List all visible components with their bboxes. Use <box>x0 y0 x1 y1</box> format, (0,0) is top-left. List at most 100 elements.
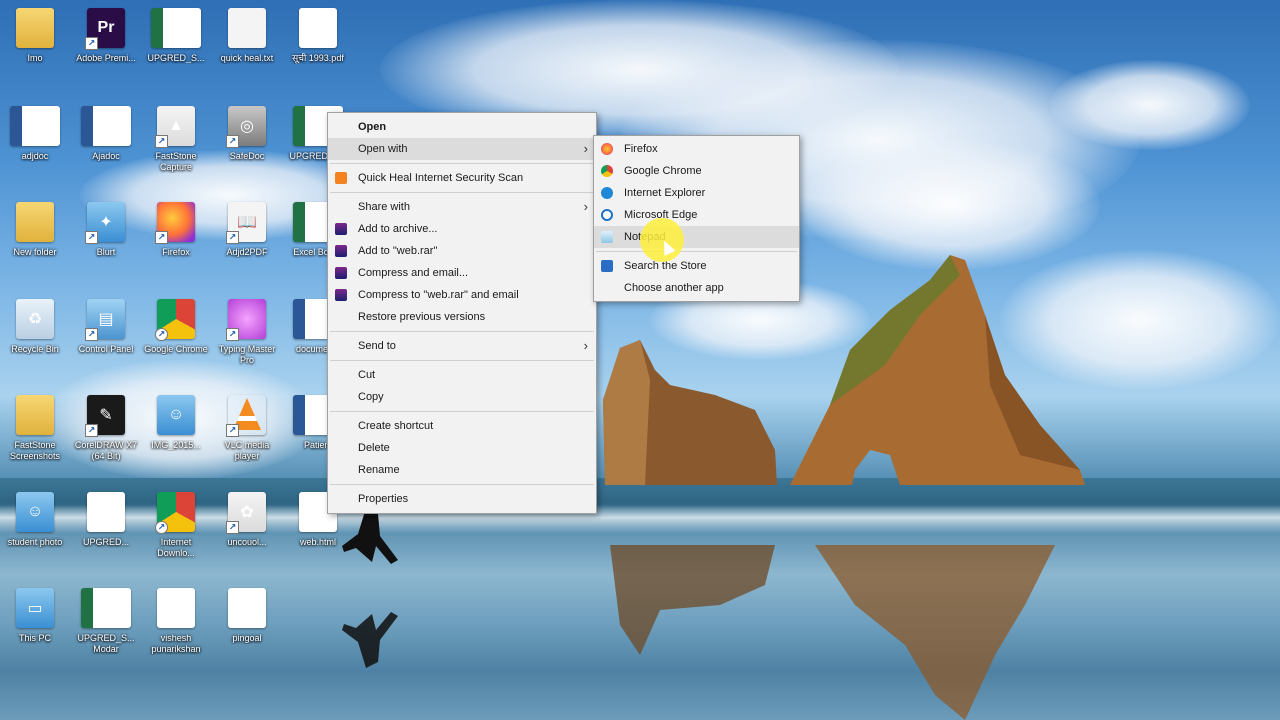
desktop-icon-internet-downlo[interactable]: Internet Downlo... <box>141 486 211 570</box>
menu-item-choose-another-app[interactable]: Choose another app <box>594 277 799 299</box>
menu-item-google-chrome[interactable]: Google Chrome <box>594 160 799 182</box>
desktop-icon-label: adjdoc <box>21 151 49 161</box>
desktop-icon-student-photo[interactable]: ☺ student photo <box>0 486 70 570</box>
recycle-bin-icon: ♻ <box>16 299 54 339</box>
menu-separator <box>330 331 594 332</box>
desktop-icon-adjdoc[interactable]: Wadjdoc <box>0 100 70 184</box>
menu-item-share-with[interactable]: Share with › <box>328 196 596 218</box>
vlc-icon <box>226 395 266 437</box>
menu-item-label: Internet Explorer <box>624 187 706 199</box>
desktop-icon-imo[interactable]: Imo <box>0 2 70 86</box>
desktop-icon-adjd2pdf[interactable]: 📖 Adjd2PDF <box>212 196 282 280</box>
desktop-icon-label: quick heal.txt <box>220 53 274 63</box>
desktop-icon-safedoc[interactable]: ◎ SafeDoc <box>212 100 282 184</box>
desktop-icon-img-2015[interactable]: ☺ IMG_2015... <box>141 389 211 473</box>
menu-item-cut[interactable]: Cut <box>328 364 596 386</box>
desktop-icon-google-chrome[interactable]: Google Chrome <box>141 293 211 377</box>
excel-file-icon: X <box>81 588 131 628</box>
menu-item-add-to-web-rar[interactable]: Add to "web.rar" <box>328 240 596 262</box>
chrome-icon <box>155 299 195 341</box>
menu-item-label: Share with <box>358 201 410 213</box>
desktop-icon-label: Blurt <box>96 247 116 257</box>
desktop-icon-label: uncouol... <box>227 537 267 547</box>
app-icon: 📖 <box>226 202 266 244</box>
desktop-icon-firefox[interactable]: Firefox <box>141 196 211 280</box>
desktop-icon-quick-heal-txt[interactable]: quick heal.txt <box>212 2 282 86</box>
desktop-icon-recycle-bin[interactable]: ♻ Recycle Bin <box>0 293 70 377</box>
menu-item-open[interactable]: Open <box>328 116 596 138</box>
desktop[interactable]: Imo Pr Adobe Premi... X UPGRED_S... quick hea… <box>0 0 1280 720</box>
desktop-icon-ajadoc[interactable]: W Ajadoc <box>71 100 141 184</box>
desktop-icon-vishesh-punarikshan[interactable]: pdf vishesh punarikshan <box>141 582 211 666</box>
desktop-icon-new-folder[interactable]: New folder <box>0 196 70 280</box>
desktop-icon-faststone-screenshots[interactable]: FastStone Screenshots <box>0 389 70 473</box>
menu-item-label: Delete <box>358 442 390 454</box>
desktop-icon-this-pc[interactable]: ▭ This PC <box>0 582 70 666</box>
menu-item-label: Add to "web.rar" <box>358 245 438 257</box>
menu-item-compress-and-email[interactable]: Compress and email... <box>328 262 596 284</box>
desktop-icon-1993-pdf[interactable]: pdf सूची 1993.pdf <box>283 2 353 86</box>
menu-item-send-to[interactable]: Send to › <box>328 335 596 357</box>
image-file-icon: ☺ <box>16 492 54 532</box>
menu-item-open-with[interactable]: Open with › <box>328 138 596 160</box>
quickheal-icon <box>335 172 347 184</box>
rar-icon <box>335 245 347 257</box>
desktop-icon-blurt[interactable]: ✦ Blurt <box>71 196 141 280</box>
desktop-icon-typing-master-pro[interactable]: Typing Master Pro <box>212 293 282 377</box>
menu-item-label: Quick Heal Internet Security Scan <box>358 172 524 184</box>
menu-item-rename[interactable]: Rename <box>328 459 596 481</box>
firefox-icon <box>155 202 195 244</box>
folder-icon <box>16 8 54 48</box>
desktop-icon-coreldraw-x7-64-bit[interactable]: ✎ CorelDRAW X7 (64 Bit) <box>71 389 141 473</box>
folder-icon <box>16 395 54 435</box>
desktop-icon-adobe-premi[interactable]: Pr Adobe Premi... <box>71 2 141 86</box>
menu-item-microsoft-edge[interactable]: Microsoft Edge <box>594 204 799 226</box>
edge-icon <box>601 209 613 221</box>
desktop-icon-pingoal[interactable]: pdf pingoal <box>212 582 282 666</box>
menu-item-label: Cut <box>358 369 376 381</box>
menu-item-label: Open with <box>358 143 408 155</box>
pdf-file-icon: pdf <box>228 588 266 628</box>
desktop-icon-label: Firefox <box>162 247 190 257</box>
menu-item-label: Send to <box>358 340 396 352</box>
menu-item-label: Restore previous versions <box>358 311 486 323</box>
desktop-icon-control-panel[interactable]: ▤ Control Panel <box>71 293 141 377</box>
menu-item-properties[interactable]: Properties <box>328 488 596 510</box>
menu-item-notepad[interactable]: Notepad <box>594 226 799 248</box>
menu-item-copy[interactable]: Copy <box>328 386 596 408</box>
desktop-icon-label: FastStone Screenshots <box>9 440 61 461</box>
menu-separator <box>330 484 594 485</box>
desktop-icon-label: web.html <box>299 537 336 547</box>
desktop-icon-uncouol[interactable]: ✿ uncouol... <box>212 486 282 570</box>
pdf-file-icon: pdf <box>157 588 195 628</box>
app-icon: ◎ <box>226 106 266 148</box>
desktop-icon-label: Imo <box>27 53 43 63</box>
desktop-icon-faststone-capture[interactable]: ▲ FastStone Capture <box>141 100 211 184</box>
menu-item-label: Google Chrome <box>624 165 702 177</box>
desktop-icon-label: Control Panel <box>78 344 134 354</box>
pdf-file-icon: pdf <box>299 8 337 48</box>
menu-item-create-shortcut[interactable]: Create shortcut <box>328 415 596 437</box>
menu-item-quick-heal-internet-security-scan[interactable]: Quick Heal Internet Security Scan <box>328 167 596 189</box>
store-icon <box>601 260 613 272</box>
desktop-icon-label: CorelDRAW X7 (64 Bit) <box>74 440 138 461</box>
menu-item-delete[interactable]: Delete <box>328 437 596 459</box>
word-file-icon: W <box>81 106 131 146</box>
desktop-icon-label: UPGRED_S... Modar <box>77 633 135 654</box>
desktop-icon-upgred[interactable]: pdf UPGRED... <box>71 486 141 570</box>
notepad-icon <box>601 231 613 243</box>
desktop-icon-upgred-s-modar[interactable]: X UPGRED_S... Modar <box>71 582 141 666</box>
desktop-icon-label: Ajadoc <box>92 151 120 161</box>
menu-item-compress-to-web-rar-and-email[interactable]: Compress to "web.rar" and email <box>328 284 596 306</box>
menu-item-restore-previous-versions[interactable]: Restore previous versions <box>328 306 596 328</box>
menu-item-firefox[interactable]: Firefox <box>594 138 799 160</box>
chevron-right-icon: › <box>583 141 588 156</box>
menu-item-internet-explorer[interactable]: Internet Explorer <box>594 182 799 204</box>
desktop-icon-label: Recycle Bin <box>11 344 59 354</box>
desktop-icon-label: Typing Master Pro <box>218 344 276 365</box>
desktop-icon-upgred-s[interactable]: X UPGRED_S... <box>141 2 211 86</box>
menu-item-search-the-store[interactable]: Search the Store <box>594 255 799 277</box>
desktop-icon-vlc-media-player[interactable]: VLC media player <box>212 389 282 473</box>
desktop-icon-label: vishesh punarikshan <box>151 633 201 654</box>
menu-item-add-to-archive[interactable]: Add to archive... <box>328 218 596 240</box>
